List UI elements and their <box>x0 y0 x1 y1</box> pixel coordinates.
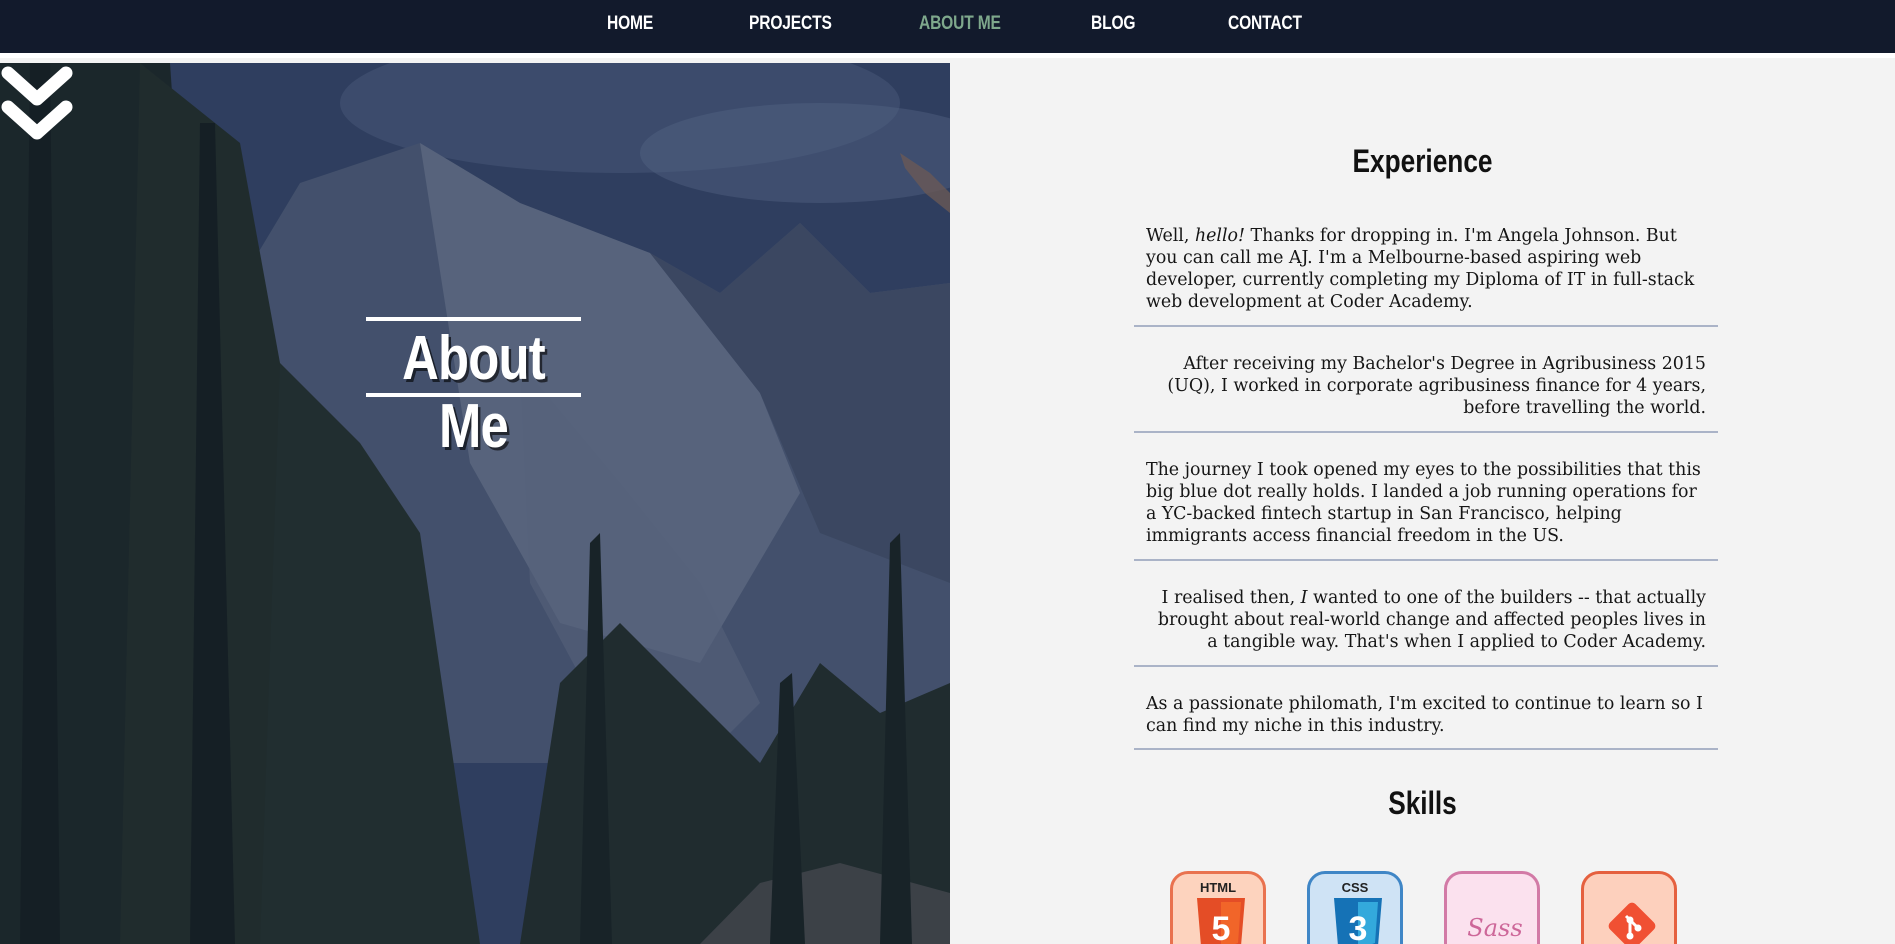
css3-icon[interactable]: CSS 3 <box>1307 871 1403 944</box>
svg-text:3: 3 <box>1349 910 1368 944</box>
sass-logo-icon: Sass <box>1467 914 1522 942</box>
svg-text:Sass: Sass <box>1467 914 1522 942</box>
hero-title: About Me <box>402 324 546 461</box>
paragraph-text: I realised then, <box>1161 588 1301 608</box>
svg-text:5: 5 <box>1212 910 1231 944</box>
about-content: Experience Well, hello! Thanks for dropp… <box>950 63 1895 944</box>
nav-item-blog[interactable]: BLOG <box>1091 13 1136 35</box>
nav-item-contact[interactable]: CONTACT <box>1228 13 1302 35</box>
double-chevron-down-icon[interactable] <box>0 63 74 153</box>
skills-heading: Skills <box>1388 785 1457 821</box>
nav-list: HOME PROJECTS ABOUT ME BLOG CONTACT <box>0 0 1895 53</box>
experience-paragraph-5: As a passionate philomath, I'm excited t… <box>1134 693 1718 750</box>
html5-icon[interactable]: HTML 5 <box>1170 871 1266 944</box>
hero-tint <box>0 63 950 944</box>
experience-heading: Experience <box>1352 143 1493 179</box>
experience-paragraph-3: The journey I took opened my eyes to the… <box>1134 459 1718 561</box>
nav-item-projects[interactable]: PROJECTS <box>749 13 832 35</box>
git-icon[interactable] <box>1581 871 1677 944</box>
paragraph-emphasis: I <box>1300 588 1308 608</box>
paragraph-text: As a passionate philomath, I'm excited t… <box>1146 694 1703 736</box>
git-logo-icon <box>1608 902 1656 944</box>
top-nav: HOME PROJECTS ABOUT ME BLOG CONTACT <box>0 0 1895 58</box>
nav-item-home[interactable]: HOME <box>607 13 653 35</box>
css3-shield-icon: 3 <box>1334 898 1382 944</box>
skill-tag: HTML <box>1199 880 1237 895</box>
skill-tag: CSS <box>1341 880 1369 895</box>
html5-shield-icon: 5 <box>1197 898 1245 944</box>
experience-paragraph-1: Well, hello! Thanks for dropping in. I'm… <box>1134 225 1718 327</box>
paragraph-text: After receiving my Bachelor's Degree in … <box>1167 354 1706 418</box>
experience-paragraph-4: I realised then, I wanted to one of the … <box>1134 587 1718 667</box>
hero-title-frame: About Me <box>366 317 581 461</box>
paragraph-emphasis: hello! <box>1194 226 1246 246</box>
nav-item-about-me[interactable]: ABOUT ME <box>919 13 1001 35</box>
paragraph-text: Well, <box>1146 226 1195 246</box>
hero-panel: About Me <box>0 63 950 944</box>
sass-icon[interactable]: Sass <box>1444 871 1540 944</box>
experience-paragraph-2: After receiving my Bachelor's Degree in … <box>1134 353 1718 433</box>
paragraph-text: The journey I took opened my eyes to the… <box>1146 460 1701 546</box>
skills-list: HTML 5 CSS 3 Sass <box>1170 871 1690 944</box>
